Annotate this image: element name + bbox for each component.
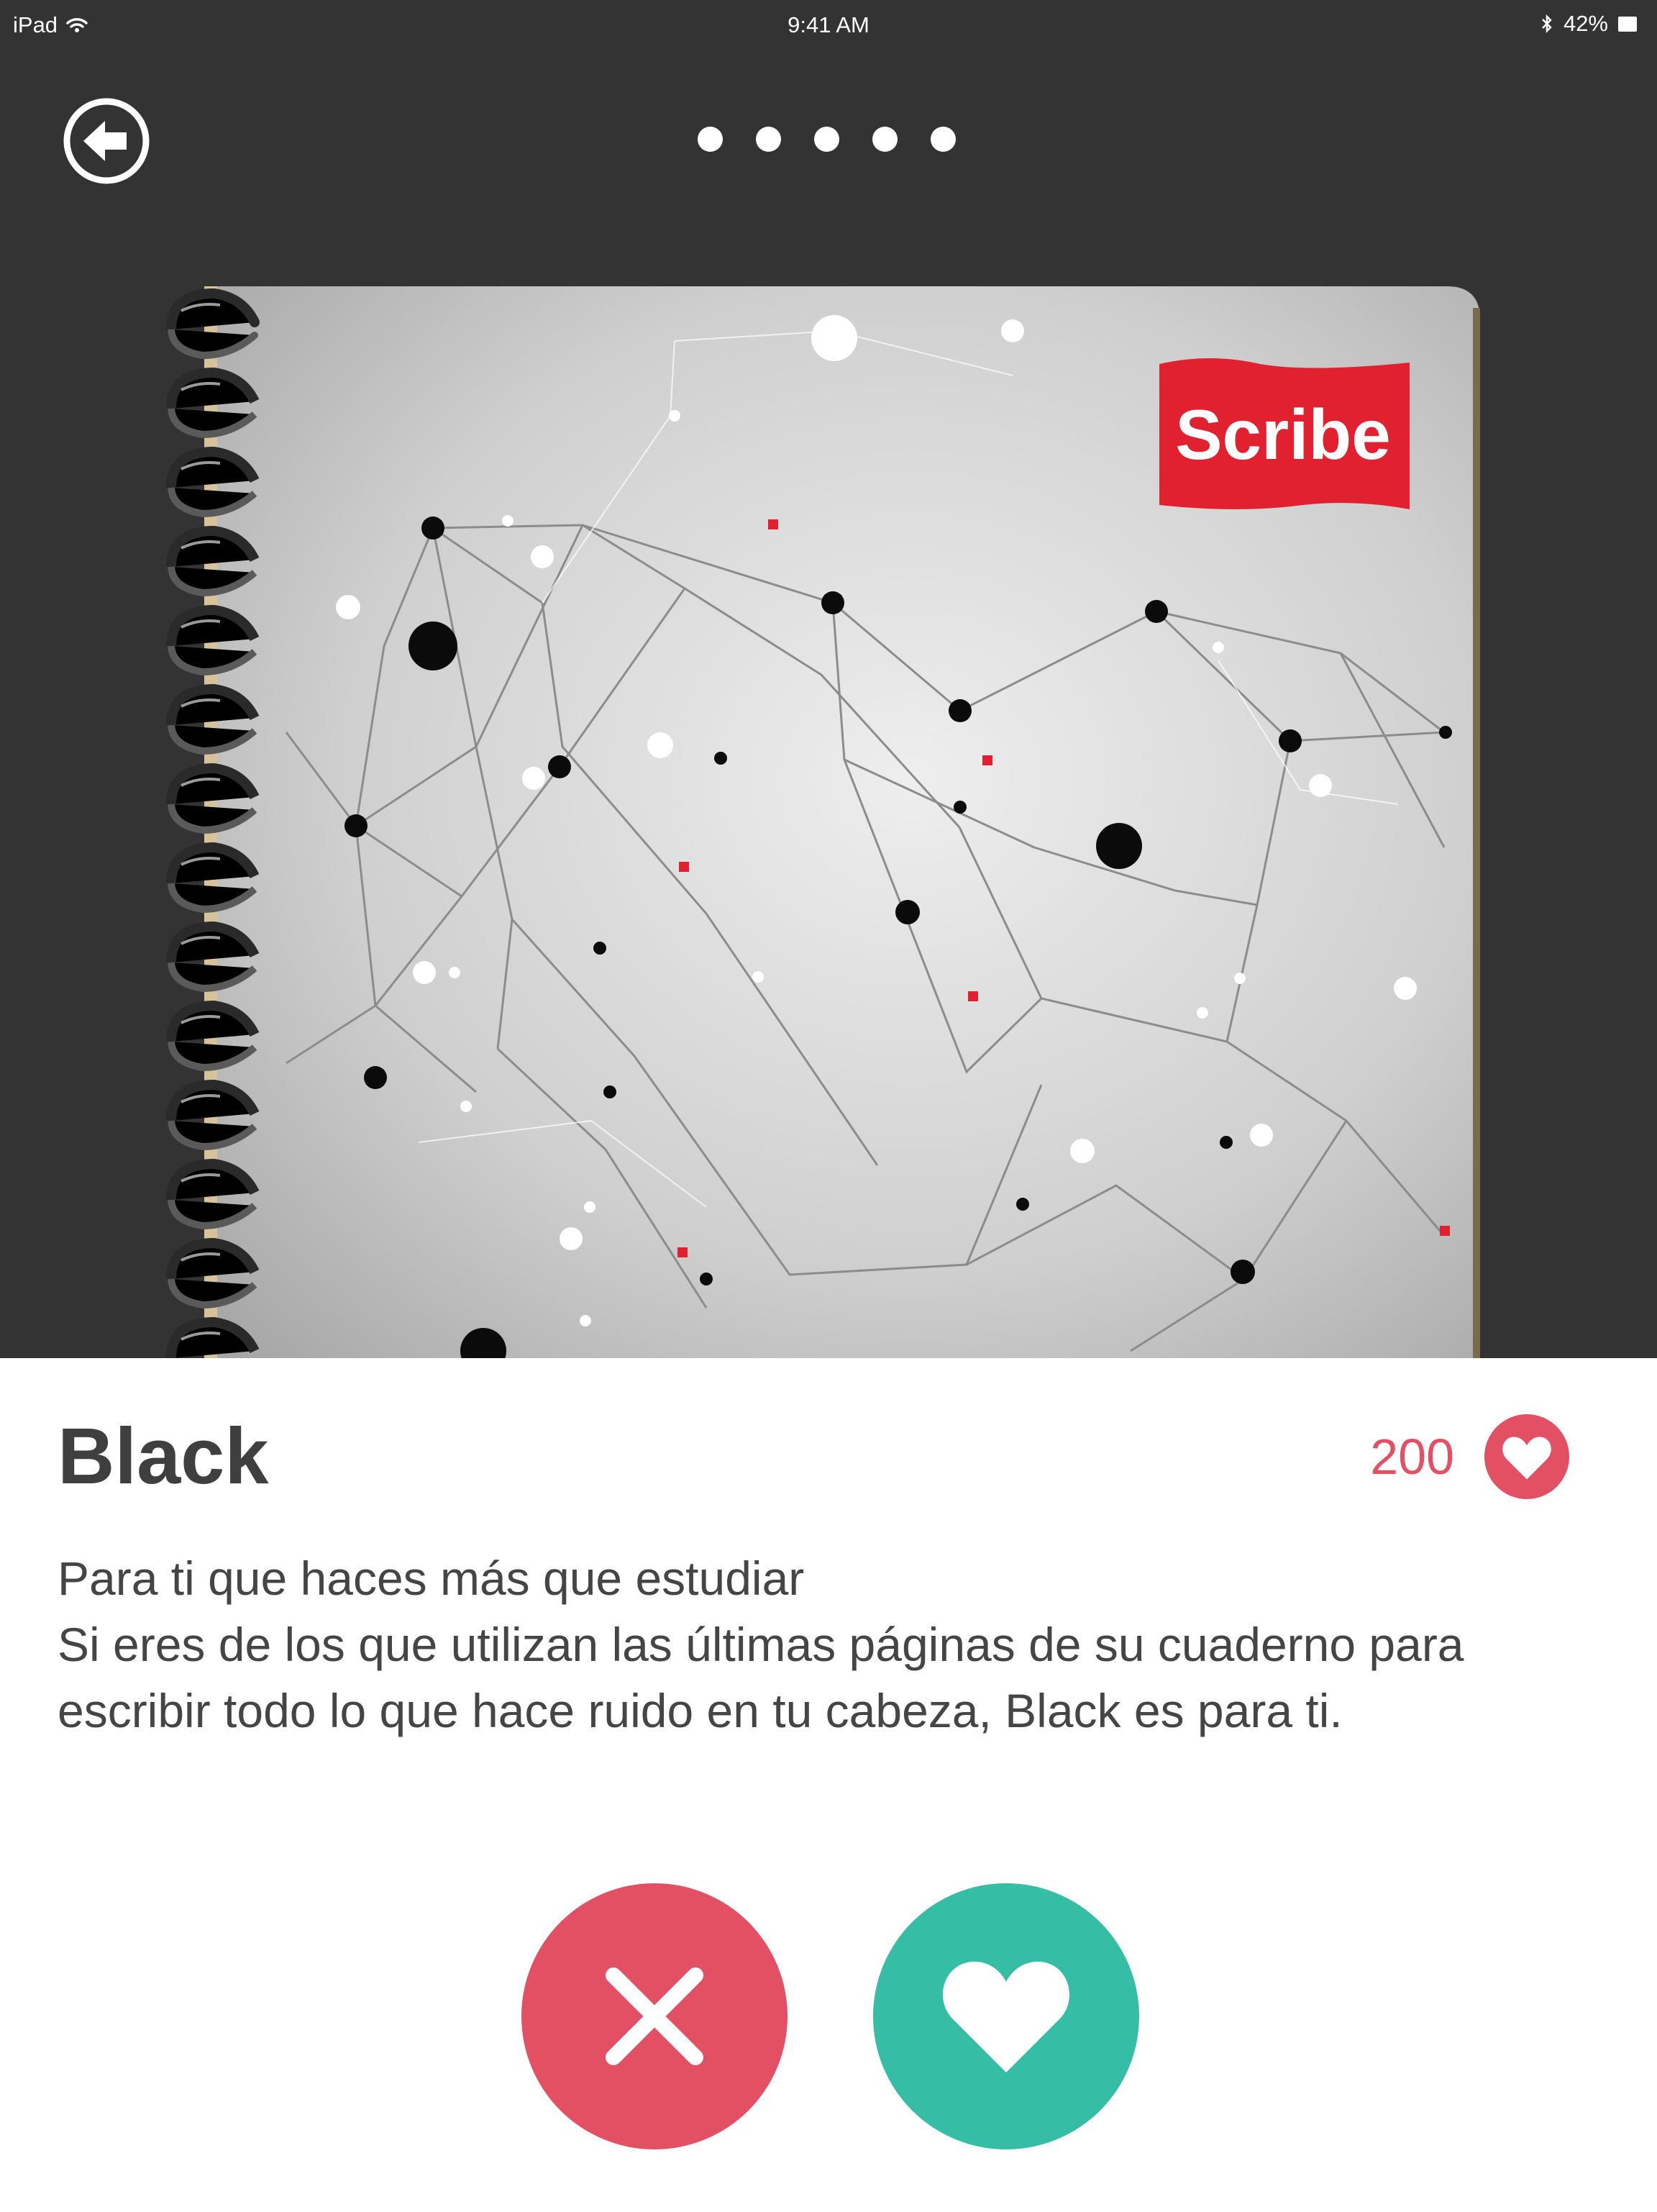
pagination-dot[interactable] — [814, 127, 839, 152]
status-bar: iPad 9:41 AM 42% — [0, 0, 1657, 53]
pagination-dot[interactable] — [931, 127, 956, 152]
back-arrow-icon[interactable] — [63, 98, 150, 184]
close-icon — [606, 1967, 703, 2065]
heart-icon — [942, 1962, 1070, 2072]
pagination-dots — [698, 127, 956, 152]
product-description: Para ti que haces más que estudiar Si er… — [58, 1545, 1604, 1744]
pagination-dot[interactable] — [872, 127, 898, 152]
battery-percent: 42% — [1563, 11, 1608, 36]
pagination-dot[interactable] — [698, 127, 723, 152]
description-line: Si eres de los que utilizan las últimas … — [58, 1618, 1464, 1737]
logo-text: Scribe — [1175, 395, 1391, 474]
heart-icon[interactable] — [1484, 1414, 1569, 1499]
product-title: Black — [58, 1412, 269, 1501]
scribe-logo: Scribe — [1159, 358, 1410, 509]
product-image-area: iPad 9:41 AM 42% Scribe — [0, 0, 1657, 1358]
dislike-button[interactable] — [521, 1883, 788, 2149]
description-line: Para ti que haces más que estudiar — [58, 1552, 805, 1605]
battery-icon — [1618, 16, 1637, 32]
status-time: 9:41 AM — [788, 12, 869, 37]
notebook-cover-image: Scribe — [166, 286, 1480, 1358]
like-button[interactable] — [873, 1883, 1139, 2149]
like-count: 200 — [1370, 1429, 1454, 1485]
bluetooth-icon — [1542, 14, 1552, 34]
pagination-dot[interactable] — [756, 127, 781, 152]
